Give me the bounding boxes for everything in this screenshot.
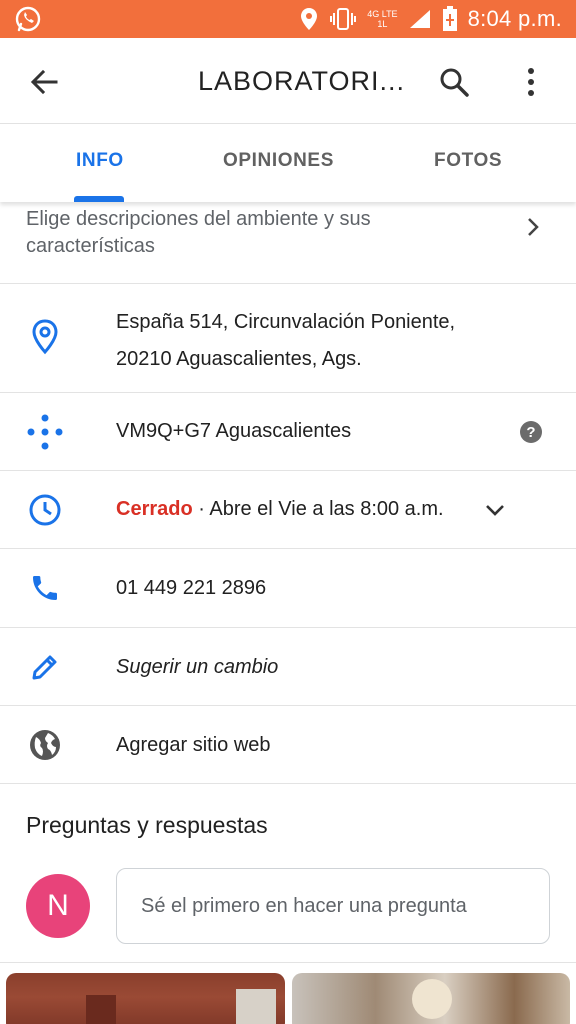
plus-code-text: VM9Q+G7 Aguascalientes [116, 420, 352, 442]
address-line-1: España 514, Circunvalación Poniente, [116, 311, 456, 333]
back-arrow-icon[interactable] [26, 64, 62, 100]
photo-thumbnail[interactable] [6, 973, 285, 1024]
network-sub: 1L [377, 19, 388, 29]
vibrate-icon [330, 8, 357, 30]
clock-icon [26, 491, 64, 529]
address-text: España 514, Circunvalación Poniente, 202… [116, 304, 455, 378]
network-type: 4G LTE [367, 9, 398, 19]
tab-opiniones[interactable]: OPINIONES [223, 150, 334, 172]
app-bar: LABORATORI... [0, 38, 576, 124]
tab-fotos[interactable]: FOTOS [434, 150, 502, 172]
tab-bar: INFO OPINIONES FOTOS [0, 124, 576, 202]
phone-row[interactable]: 01 449 221 2896 [0, 549, 576, 628]
website-row[interactable]: Agregar sitio web [0, 706, 576, 784]
status-bar: 4G LTE 1L 8:04 p.m. [0, 0, 576, 38]
address-line-2: 20210 Aguascalientes, Ags. [116, 348, 362, 370]
suggest-edit-row[interactable]: Sugerir un cambio [0, 628, 576, 706]
hours-status: Cerrado [116, 498, 193, 520]
suggest-edit-label: Sugerir un cambio [116, 656, 279, 678]
search-icon[interactable] [436, 64, 472, 100]
whatsapp-icon [15, 6, 41, 32]
plus-code-icon [26, 413, 64, 451]
ask-question-input[interactable]: Sé el primero en hacer una pregunta [116, 868, 550, 944]
phone-number: 01 449 221 2896 [116, 577, 267, 599]
globe-icon [26, 726, 64, 764]
hours-detail: · Abre el Vie a las 8:00 a.m. [192, 498, 444, 520]
add-website-label: Agregar sitio web [116, 734, 271, 756]
photo-detail [86, 995, 116, 1024]
help-icon[interactable]: ? [520, 421, 542, 443]
tab-info[interactable]: INFO [76, 150, 124, 172]
pencil-icon [26, 648, 64, 686]
network-indicator: 4G LTE 1L [367, 9, 397, 29]
location-pin-icon [26, 318, 64, 356]
photo-detail [236, 989, 276, 1024]
hours-row[interactable]: Cerrado · Abre el Vie a las 8:00 a.m. [0, 471, 576, 549]
place-title: LABORATORI... [198, 66, 406, 96]
ambience-row[interactable]: Elige descripciones del ambiente y sus c… [0, 200, 576, 284]
battery-icon [442, 6, 457, 31]
hours-text: Cerrado · Abre el Vie a las 8:00 a.m. [116, 498, 444, 521]
location-icon [301, 8, 318, 30]
address-row[interactable]: España 514, Circunvalación Poniente, 202… [0, 284, 576, 393]
photo-thumbnail[interactable] [292, 973, 570, 1024]
ambience-label: Elige descripciones del ambiente y sus c… [26, 208, 371, 257]
status-icons: 4G LTE 1L 8:04 p.m. [299, 0, 562, 38]
chevron-right-icon [528, 218, 539, 236]
phone-icon [26, 569, 64, 607]
plus-code-row[interactable]: VM9Q+G7 Aguascalientes ? [0, 393, 576, 471]
photo-detail [412, 979, 452, 1019]
signal-icon [409, 10, 430, 28]
photos-strip [0, 962, 576, 1024]
svg-text:?: ? [526, 424, 535, 441]
avatar: N [26, 874, 90, 938]
qa-title: Preguntas y respuestas [26, 812, 268, 838]
more-options-icon[interactable] [518, 64, 544, 100]
chevron-down-icon[interactable] [482, 497, 508, 523]
tab-indicator [74, 196, 124, 202]
clock: 8:04 p.m. [467, 6, 562, 31]
